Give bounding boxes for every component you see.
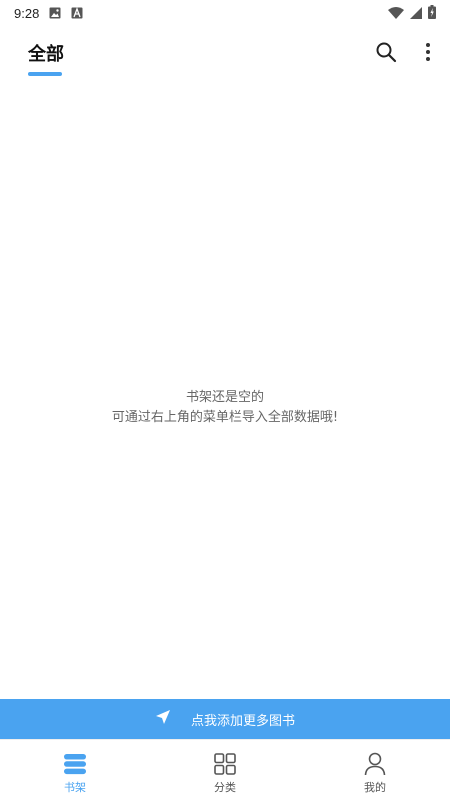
- nav-item-category[interactable]: 分类: [150, 740, 300, 800]
- status-left: 9:28: [14, 4, 83, 23]
- nav-item-bookshelf[interactable]: 书架: [0, 740, 150, 800]
- status-bar: 9:28: [0, 0, 450, 26]
- grid-icon: [213, 752, 237, 776]
- a-notification-icon: [71, 4, 83, 23]
- bottom-nav: 书架 分类 我的: [0, 739, 450, 800]
- empty-state: 书架还是空的 可通过右上角的菜单栏导入全部数据哦!: [0, 388, 450, 428]
- nav-label-bookshelf: 书架: [64, 781, 86, 794]
- empty-state-title: 书架还是空的: [185, 390, 264, 405]
- nav-label-category: 分类: [214, 781, 236, 794]
- person-icon: [363, 752, 387, 776]
- more-button[interactable]: [418, 38, 438, 66]
- send-icon: [155, 709, 171, 729]
- add-books-label: 点我添加更多图书: [190, 713, 295, 729]
- image-notification-icon: [49, 4, 61, 23]
- bookshelf-icon: [63, 752, 87, 776]
- tab-all[interactable]: 全部: [28, 40, 64, 66]
- search-button[interactable]: [372, 38, 400, 66]
- add-books-button[interactable]: 点我添加更多图书: [0, 699, 450, 739]
- app-header: 全部: [0, 26, 450, 82]
- nav-item-mine[interactable]: 我的: [300, 740, 450, 800]
- cell-signal-icon: [410, 4, 422, 23]
- nav-label-mine: 我的: [364, 781, 386, 794]
- tab-indicator: [28, 72, 62, 76]
- more-vertical-icon: [426, 43, 430, 61]
- battery-charging-icon: [428, 4, 436, 23]
- wifi-icon: [388, 4, 404, 23]
- search-icon: [376, 42, 397, 63]
- status-right: [388, 4, 436, 23]
- empty-state-hint: 可通过右上角的菜单栏导入全部数据哦!: [111, 410, 339, 425]
- status-time: 9:28: [14, 5, 40, 21]
